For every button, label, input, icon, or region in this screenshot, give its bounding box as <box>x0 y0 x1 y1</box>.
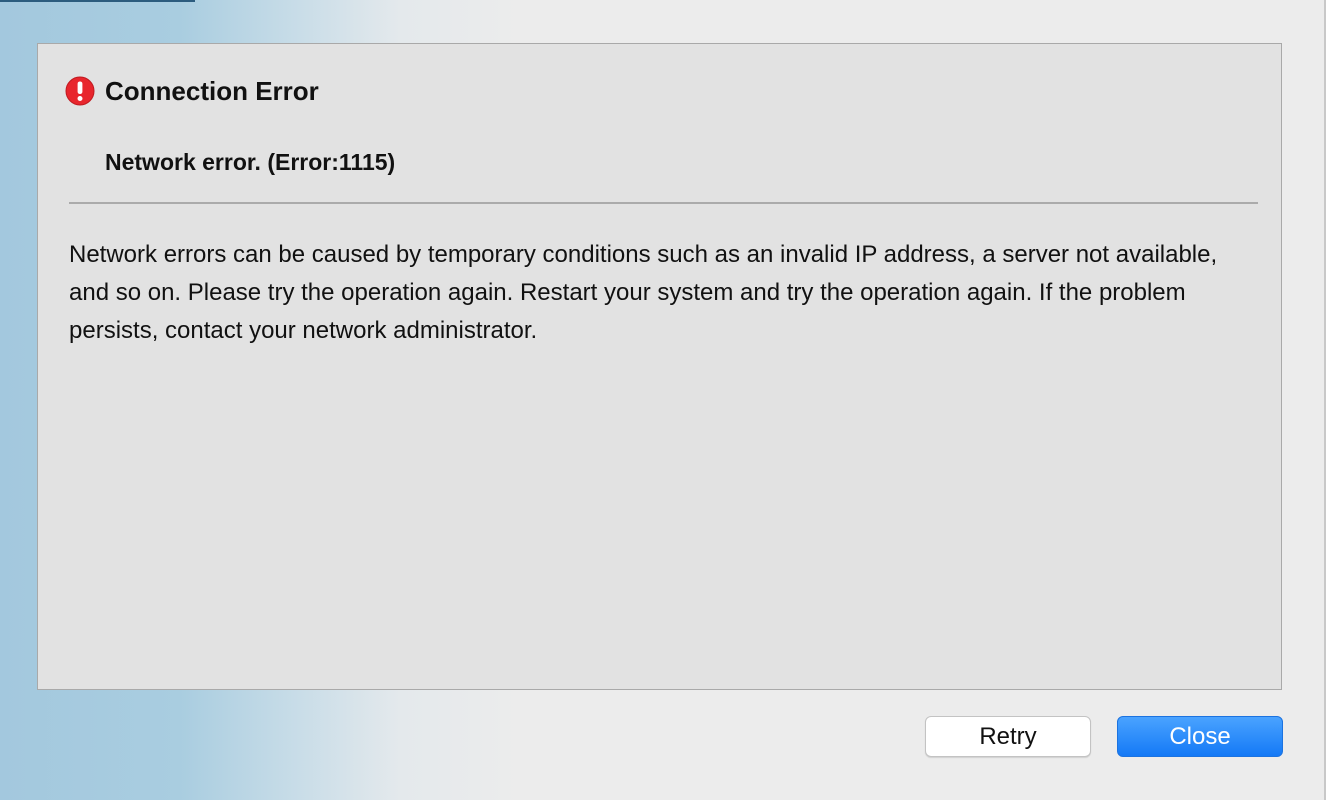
divider <box>69 202 1258 204</box>
retry-button[interactable]: Retry <box>925 716 1091 757</box>
background-window-strip <box>0 0 195 2</box>
error-code-subtitle: Network error. (Error:1115) <box>105 149 396 175</box>
error-description: Network errors can be caused by temporar… <box>69 241 1218 344</box>
dialog-content-panel: Connection Error Network error. (Error:1… <box>37 43 1282 690</box>
error-exclamation-icon <box>65 76 95 106</box>
close-button[interactable]: Close <box>1117 716 1283 757</box>
dialog-title: Connection Error <box>105 76 319 106</box>
